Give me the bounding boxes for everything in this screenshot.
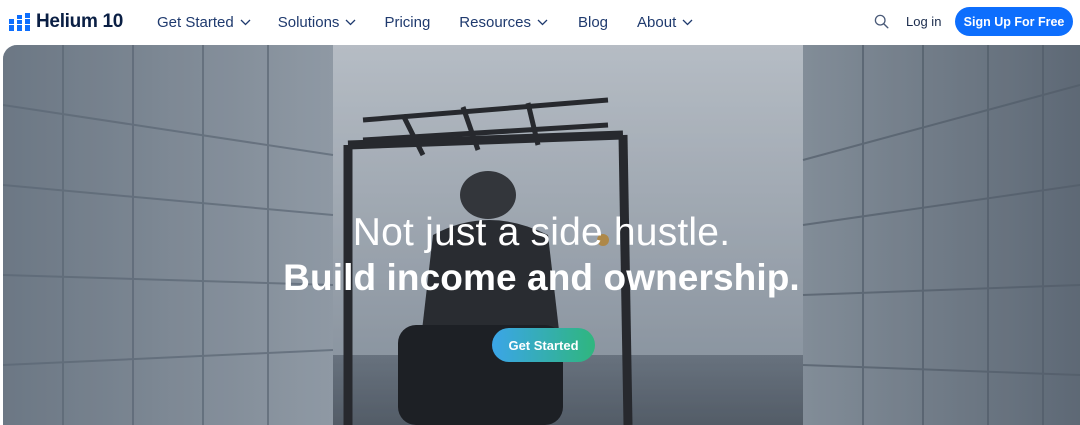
nav-item-pricing[interactable]: Pricing — [384, 0, 430, 44]
nav-item-label: Blog — [578, 13, 609, 31]
helium10-logo[interactable]: Helium 10 — [9, 11, 123, 33]
nav-item-about[interactable]: About — [637, 0, 693, 44]
login-link[interactable]: Log in — [906, 0, 941, 44]
chevron-down-icon — [682, 19, 693, 25]
nav-item-resources[interactable]: Resources — [459, 0, 548, 44]
nav-item-label: Get Started — [157, 13, 234, 31]
chevron-down-icon — [345, 19, 356, 25]
hero-headline: Not just a side hustle. — [352, 211, 731, 254]
nav-item-label: About — [637, 13, 677, 31]
helium10-bars-logo-icon — [9, 13, 30, 31]
hero-subheadline: Build income and ownership. — [283, 257, 800, 298]
main-menu: Get Started Solutions Pricing Resources … — [157, 0, 693, 44]
hero-get-started-button[interactable]: Get Started — [492, 328, 595, 362]
search-icon[interactable] — [874, 14, 889, 29]
nav-item-label: Solutions — [277, 13, 340, 31]
hero-banner: Not just a side hustle. Build income and… — [3, 45, 1080, 425]
nav-item-label: Pricing — [384, 13, 431, 31]
brand-name: Helium 10 — [36, 11, 124, 32]
nav-item-label: Resources — [459, 13, 531, 31]
nav-item-blog[interactable]: Blog — [578, 0, 608, 44]
signup-button[interactable]: Sign Up For Free — [955, 7, 1073, 36]
chevron-down-icon — [537, 19, 548, 25]
nav-item-solutions[interactable]: Solutions — [278, 0, 357, 44]
top-navbar: Helium 10 Get Started Solutions Pricing … — [0, 0, 1080, 44]
chevron-down-icon — [240, 19, 251, 25]
nav-item-get-started[interactable]: Get Started — [157, 0, 251, 44]
